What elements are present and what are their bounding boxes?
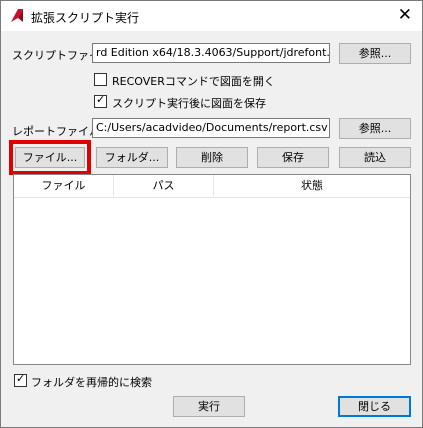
save-after-label: スクリプト実行後に図面を保存 — [112, 97, 266, 110]
column-header-path[interactable]: パス — [114, 175, 214, 196]
dialog-window: 拡張スクリプト実行 ✕ スクリプトファイル rd Edition x64/18.… — [0, 0, 423, 428]
run-button[interactable]: 実行 — [173, 396, 245, 417]
title-bar: 拡張スクリプト実行 ✕ — [1, 1, 422, 31]
close-icon[interactable]: ✕ — [398, 5, 412, 25]
window-title: 拡張スクリプト実行 — [31, 11, 140, 25]
delete-button[interactable]: 削除 — [176, 147, 248, 168]
column-header-status[interactable]: 状態 — [214, 175, 410, 196]
report-browse-button[interactable]: 参照... — [339, 118, 411, 139]
recursive-label: フォルダを再帰的に検索 — [31, 376, 152, 389]
add-file-button[interactable]: ファイル... — [15, 147, 85, 168]
checkmark-icon: ✓ — [16, 372, 26, 385]
save-after-checkbox[interactable]: ✓ — [94, 93, 107, 108]
file-list-table[interactable]: ファイル パス 状態 — [13, 174, 411, 365]
add-folder-button[interactable]: フォルダ... — [96, 147, 168, 168]
close-button[interactable]: 閉じる — [338, 396, 411, 417]
recover-label: RECOVERコマンドで図面を開く — [112, 75, 275, 88]
recursive-checkbox[interactable]: ✓ — [14, 372, 27, 387]
table-header: ファイル パス 状態 — [14, 175, 410, 198]
load-list-button[interactable]: 読込 — [339, 147, 411, 168]
autocad-logo-icon — [9, 8, 25, 24]
column-header-file[interactable]: ファイル — [14, 175, 114, 196]
recover-checkbox[interactable] — [94, 73, 107, 86]
script-browse-button[interactable]: 参照... — [339, 43, 411, 64]
save-list-button[interactable]: 保存 — [257, 147, 329, 168]
report-file-label: レポートファイル — [12, 125, 100, 138]
checkmark-icon: ✓ — [96, 93, 106, 106]
report-file-input[interactable]: C:/Users/acadvideo/Documents/report.csv — [92, 118, 330, 138]
script-file-input[interactable]: rd Edition x64/18.3.4063/Support/jdrefon… — [92, 43, 330, 63]
